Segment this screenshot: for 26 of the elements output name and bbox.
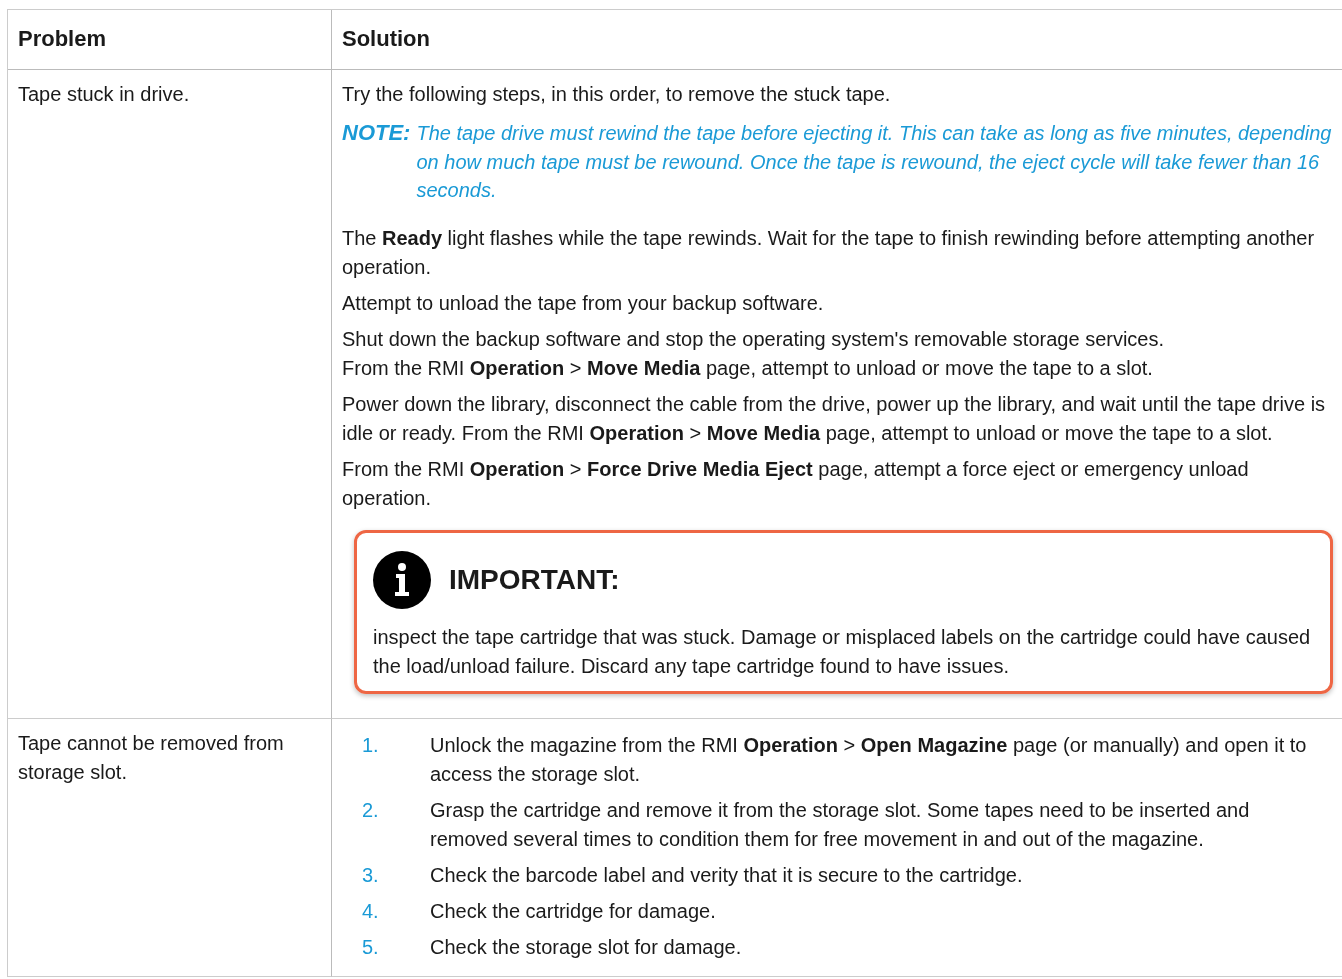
list-item-text: Check the cartridge for damage. — [430, 898, 717, 924]
note-label: NOTE: — [342, 119, 411, 147]
list-number: 2. — [362, 797, 380, 823]
column-header: Solution — [332, 10, 1342, 70]
paragraph: Attempt to unload the tape from your backup software. — [342, 290, 825, 316]
important-text: inspect the tape cartridge that was stuck. Damage or misplaced labels on the cartridge could have caused the load/unload failure. Discard any tape cartridge found to have issues. — [373, 624, 1312, 679]
note-text: The tape drive must rewind the tape before ejecting it. This can take as long as five minutes, depending on how much tape must be rewound. Once the tape is rewound, the eject cycle will take fewer than 16 seconds. — [416, 121, 1332, 203]
problem-text: Tape stuck in drive. — [18, 83, 190, 105]
text-line: From the RMI Operation > Move Media page, attempt to unload or move the tape to a slot. — [342, 355, 1154, 381]
column-header: Problem — [8, 10, 332, 70]
text-line: Shut down the backup software and stop the operating system's removable storage services. — [342, 326, 1166, 352]
list-item-text: Unlock the magazine from the RMI Operation > Open Magazine page (or manually) and open it to access the storage slot. — [430, 732, 1308, 787]
paragraph: Try the following steps, in this order, to remove the stuck tape. — [342, 82, 892, 107]
list-item-text: Check the barcode label and verity that it is secure to the cartridge. — [430, 862, 1024, 888]
paragraph: Power down the library, disconnect the cable from the drive, power up the library, and wait until the tape drive is idle or ready. From the RMI Operation > Move Media page, attempt to unload or move the tape to a slot. — [342, 391, 1327, 446]
list-number: 4. — [362, 898, 380, 924]
list-item-text: Grasp the cartridge and remove it from the storage slot. Some tapes need to be inserted and removed several times to condition them for free movement in and out of the magazine. — [430, 797, 1251, 852]
paragraph: The Ready light flashes while the tape rewinds. Wait for the tape to finish rewinding before attempting another operation. — [342, 225, 1316, 280]
list-number: 1. — [362, 732, 380, 758]
important-title: IMPORTANT: — [449, 565, 620, 594]
paragraph: From the RMI Operation > Force Drive Media Eject page, attempt a force eject or emergency unload operation. — [342, 456, 1250, 511]
list-number: 3. — [362, 862, 380, 888]
list-item-text: Check the storage slot for damage. — [430, 934, 743, 960]
problem-text: Tape cannot be removed from storage slot. — [18, 731, 284, 783]
list-number: 5. — [362, 934, 380, 960]
info-icon — [373, 550, 431, 609]
